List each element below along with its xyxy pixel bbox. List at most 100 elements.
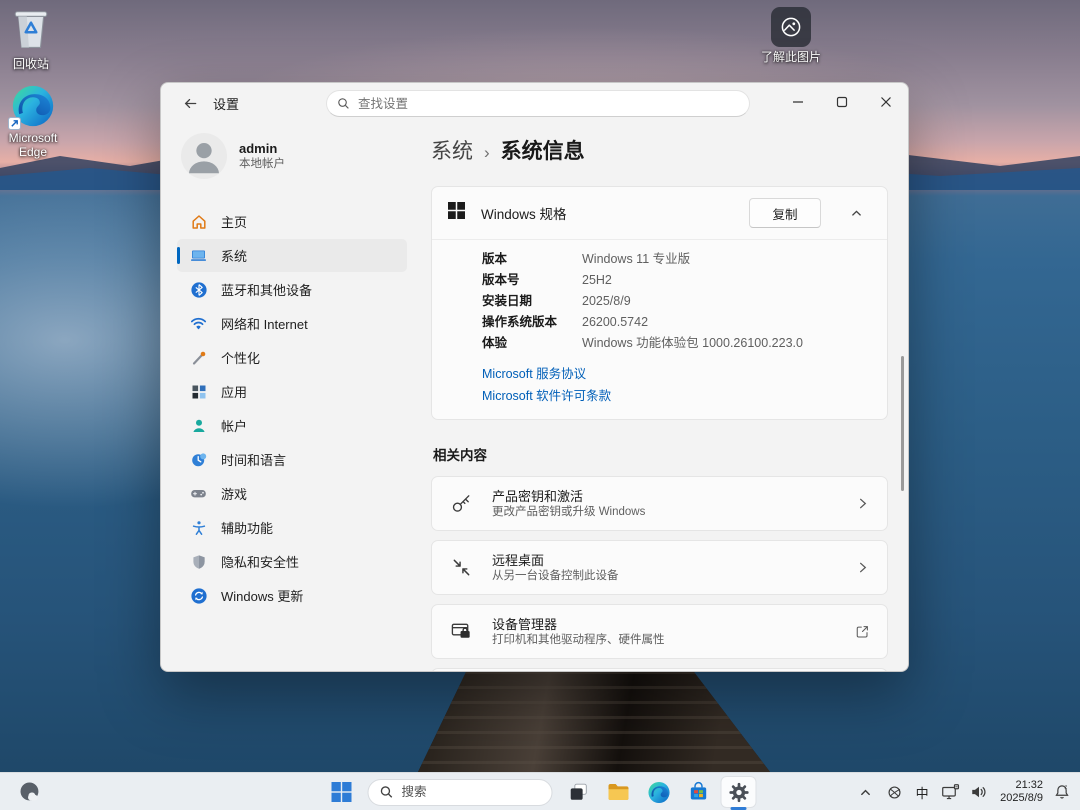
sidebar-item-home[interactable]: 主页 — [177, 205, 407, 238]
recycle-bin-icon — [12, 7, 50, 54]
related-card-remote-desktop[interactable]: 远程桌面 从另一台设备控制此设备 — [431, 540, 888, 595]
sidebar-item-gaming[interactable]: 游戏 — [177, 477, 407, 510]
ime-indicator[interactable]: 中 — [913, 783, 931, 802]
tray-chevron-up-icon[interactable] — [855, 779, 875, 805]
breadcrumb-separator: › — [484, 143, 490, 163]
spec-row: 版本Windows 11 专业版 — [482, 249, 871, 270]
spec-value: Windows 11 专业版 — [582, 249, 690, 270]
remote-desktop-icon — [448, 556, 474, 579]
desktop-icon-label: Microsoft Edge — [1, 131, 65, 159]
related-card-bitlocker[interactable]: BitLocker 设备加密帮助保护数据 — [431, 668, 888, 671]
widgets-weather-icon[interactable] — [12, 778, 48, 806]
services-agreement-link[interactable]: Microsoft 服务协议 — [482, 363, 871, 385]
file-explorer-button[interactable] — [602, 777, 636, 807]
desktop-icon-recycle-bin[interactable]: 回收站 — [0, 7, 70, 71]
accessibility-icon — [190, 519, 207, 536]
settings-search-box[interactable] — [326, 90, 750, 117]
home-icon — [190, 213, 207, 230]
account-name: admin — [239, 141, 285, 157]
related-card-device-manager[interactable]: 设备管理器 打印机和其他驱动程序、硬件属性 — [431, 604, 888, 659]
spec-row: 安装日期2025/8/9 — [482, 291, 871, 312]
network-tray-icon[interactable] — [940, 779, 960, 805]
copy-button[interactable]: 复制 — [749, 198, 821, 228]
sidebar-item-label: 主页 — [221, 212, 247, 231]
account-block[interactable]: admin 本地帐户 — [181, 133, 407, 179]
taskbar: 中 21:32 2025/8/9 z — [0, 772, 1080, 810]
sidebar-item-accessibility[interactable]: 辅助功能 — [177, 511, 407, 544]
sidebar-item-system[interactable]: 系统 — [177, 239, 407, 272]
start-button[interactable] — [325, 777, 359, 807]
task-view-button[interactable] — [562, 777, 596, 807]
sidebar-item-personalization[interactable]: 个性化 — [177, 341, 407, 374]
back-button[interactable] — [175, 88, 205, 118]
sidebar-item-label: 系统 — [221, 246, 247, 265]
gaming-icon — [190, 485, 207, 502]
sidebar-item-time-language[interactable]: 时间和语言 — [177, 443, 407, 476]
sidebar-nav: 主页 系统 蓝牙和其他设备 网络和 Internet — [177, 205, 407, 612]
taskbar-clock[interactable]: 21:32 2025/8/9 — [1000, 779, 1043, 805]
sidebar-item-bluetooth[interactable]: 蓝牙和其他设备 — [177, 273, 407, 306]
sidebar-item-windows-update[interactable]: Windows 更新 — [177, 579, 407, 612]
related-card-activation[interactable]: 产品密钥和激活 更改产品密钥或升级 Windows — [431, 476, 888, 531]
sidebar-item-privacy[interactable]: 隐私和安全性 — [177, 545, 407, 578]
page-title: 系统信息 — [501, 135, 585, 165]
tray-status-slash-icon[interactable] — [884, 779, 904, 805]
content-scrollbar[interactable] — [901, 356, 904, 491]
edge-button[interactable] — [642, 777, 676, 807]
windows-spec-card: Windows 规格 复制 版本Windows 11 专业版 版本号25H2 安… — [431, 186, 888, 420]
key-icon — [448, 492, 474, 515]
sidebar-item-accounts[interactable]: 帐户 — [177, 409, 407, 442]
desktop-icon-learn-about-picture[interactable]: 了解此图片 — [752, 7, 830, 64]
settings-search-input[interactable] — [358, 97, 739, 111]
maximize-button[interactable] — [820, 83, 864, 121]
search-icon — [380, 785, 394, 799]
notification-bell-icon[interactable]: z — [1052, 779, 1072, 805]
accounts-icon — [190, 417, 207, 434]
spec-value: Windows 功能体验包 1000.26100.223.0 — [582, 333, 803, 354]
window-title: 设置 — [213, 94, 239, 113]
bluetooth-icon — [190, 281, 207, 298]
svg-text:z: z — [1064, 785, 1067, 791]
related-card-subtitle: 从另一台设备控制此设备 — [492, 569, 853, 584]
clock-time: 21:32 — [1000, 779, 1043, 792]
windows-spec-header[interactable]: Windows 规格 复制 — [432, 187, 887, 239]
license-terms-link[interactable]: Microsoft 软件许可条款 — [482, 385, 871, 407]
close-button[interactable] — [864, 83, 908, 121]
chevron-up-icon[interactable] — [841, 207, 871, 220]
related-card-texts: 设备管理器 打印机和其他驱动程序、硬件属性 — [492, 616, 853, 648]
breadcrumb-parent[interactable]: 系统 — [431, 135, 473, 165]
clock-date: 2025/8/9 — [1000, 792, 1043, 805]
privacy-shield-icon — [190, 553, 207, 570]
settings-button[interactable] — [722, 777, 756, 807]
avatar — [181, 133, 227, 179]
taskbar-search-input[interactable] — [402, 785, 502, 799]
chevron-right-icon — [853, 497, 871, 510]
microsoft-store-button[interactable] — [682, 777, 716, 807]
spec-label: 版本号 — [482, 270, 582, 291]
related-card-texts: 远程桌面 从另一台设备控制此设备 — [492, 552, 853, 584]
spec-label: 版本 — [482, 249, 582, 270]
volume-icon[interactable] — [969, 779, 989, 805]
desktop-icon-label: 了解此图片 — [761, 50, 821, 64]
chevron-right-icon — [853, 561, 871, 574]
network-icon — [190, 315, 207, 332]
sidebar-item-network[interactable]: 网络和 Internet — [177, 307, 407, 340]
desktop-icon-microsoft-edge[interactable]: Microsoft Edge — [0, 84, 72, 159]
taskbar-search-box[interactable] — [368, 779, 553, 806]
titlebar: 设置 — [161, 83, 908, 123]
sidebar-item-apps[interactable]: 应用 — [177, 375, 407, 408]
desktop-icon-label: 回收站 — [13, 57, 49, 71]
related-card-texts: 产品密钥和激活 更改产品密钥或升级 Windows — [492, 488, 853, 520]
window-controls — [776, 83, 908, 123]
account-type: 本地帐户 — [239, 157, 285, 171]
system-tray: 中 21:32 2025/8/9 z — [855, 773, 1072, 810]
sidebar-item-label: Windows 更新 — [221, 586, 303, 605]
windows-logo-icon — [448, 202, 465, 224]
related-card-title: 远程桌面 — [492, 552, 853, 569]
spec-value: 2025/8/9 — [582, 291, 631, 312]
windows-update-icon — [190, 587, 207, 604]
settings-window: 设置 admin 本地帐户 — [160, 82, 909, 672]
minimize-button[interactable] — [776, 83, 820, 121]
settings-sidebar: admin 本地帐户 主页 系统 蓝牙和其他设备 — [161, 123, 421, 671]
related-card-title: 设备管理器 — [492, 616, 853, 633]
